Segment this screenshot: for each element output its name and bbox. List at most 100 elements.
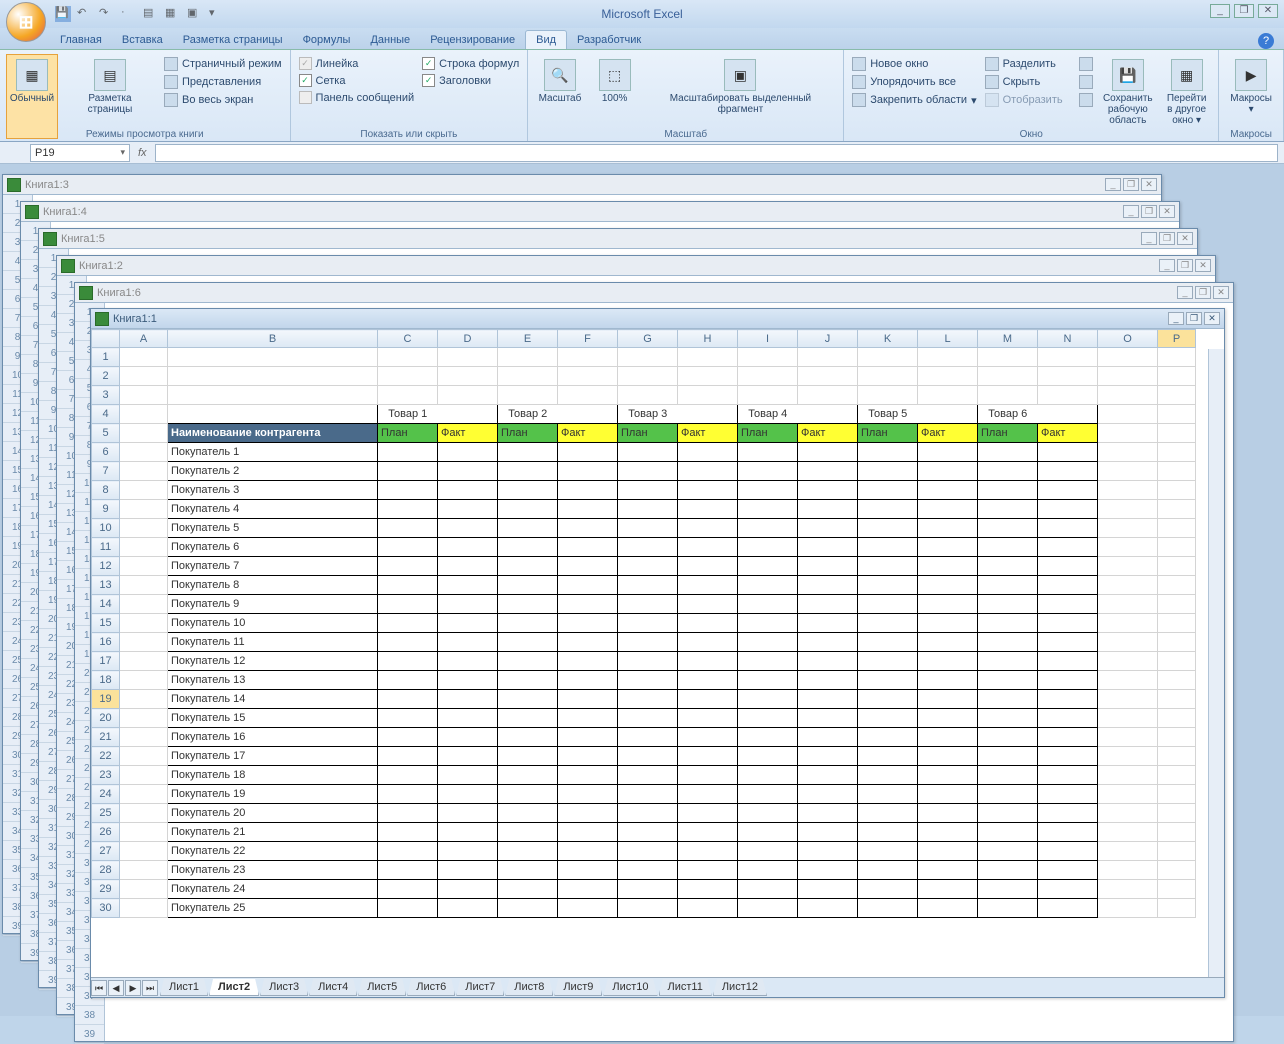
cell-A25[interactable] bbox=[120, 804, 168, 823]
cell-P3[interactable] bbox=[1158, 386, 1196, 405]
cell-J25[interactable] bbox=[798, 804, 858, 823]
cell-C12[interactable] bbox=[378, 557, 438, 576]
col-header-K[interactable]: K bbox=[858, 330, 918, 348]
row-header-19[interactable]: 19 bbox=[92, 690, 120, 709]
cell-G5[interactable]: План bbox=[618, 424, 678, 443]
cell-E19[interactable] bbox=[498, 690, 558, 709]
cell-G18[interactable] bbox=[618, 671, 678, 690]
cell-L19[interactable] bbox=[918, 690, 978, 709]
close-icon[interactable]: ✕ bbox=[1213, 286, 1229, 299]
cell-L13[interactable] bbox=[918, 576, 978, 595]
cell-C2[interactable] bbox=[378, 367, 438, 386]
sheet-tab-Лист8[interactable]: Лист8 bbox=[505, 979, 553, 996]
cell-I11[interactable] bbox=[738, 538, 798, 557]
cell-B26[interactable]: Покупатель 21 bbox=[168, 823, 378, 842]
col-header-G[interactable]: G bbox=[618, 330, 678, 348]
close-icon[interactable]: ✕ bbox=[1177, 232, 1193, 245]
sheet-tab-Лист4[interactable]: Лист4 bbox=[309, 979, 357, 996]
cell-O17[interactable] bbox=[1098, 652, 1158, 671]
cell-G19[interactable] bbox=[618, 690, 678, 709]
cell-D19[interactable] bbox=[438, 690, 498, 709]
cell-H11[interactable] bbox=[678, 538, 738, 557]
cell-D5[interactable]: Факт bbox=[438, 424, 498, 443]
cell-H10[interactable] bbox=[678, 519, 738, 538]
cell-L21[interactable] bbox=[918, 728, 978, 747]
cell-L27[interactable] bbox=[918, 842, 978, 861]
cell-A18[interactable] bbox=[120, 671, 168, 690]
cell-E6[interactable] bbox=[498, 443, 558, 462]
cell-O25[interactable] bbox=[1098, 804, 1158, 823]
cell-A2[interactable] bbox=[120, 367, 168, 386]
cell-D16[interactable] bbox=[438, 633, 498, 652]
restore-button[interactable]: ❐ bbox=[1234, 4, 1254, 18]
cell-I3[interactable] bbox=[738, 386, 798, 405]
cell-O27[interactable] bbox=[1098, 842, 1158, 861]
cell-B14[interactable]: Покупатель 9 bbox=[168, 595, 378, 614]
cell-G7[interactable] bbox=[618, 462, 678, 481]
cell-M25[interactable] bbox=[978, 804, 1038, 823]
max-icon[interactable]: ❐ bbox=[1195, 286, 1211, 299]
sheet-tab-Лист12[interactable]: Лист12 bbox=[713, 979, 767, 996]
cell-D12[interactable] bbox=[438, 557, 498, 576]
cell-M15[interactable] bbox=[978, 614, 1038, 633]
tile-icon[interactable]: ▦ bbox=[165, 6, 181, 22]
cell-H22[interactable] bbox=[678, 747, 738, 766]
row-header-7[interactable]: 7 bbox=[92, 462, 120, 481]
cell-B21[interactable]: Покупатель 16 bbox=[168, 728, 378, 747]
cell-K21[interactable] bbox=[858, 728, 918, 747]
cell-L29[interactable] bbox=[918, 880, 978, 899]
cell-G17[interactable] bbox=[618, 652, 678, 671]
cell-O5[interactable] bbox=[1098, 424, 1158, 443]
cell-M10[interactable] bbox=[978, 519, 1038, 538]
cell-F30[interactable] bbox=[558, 899, 618, 918]
cell-N25[interactable] bbox=[1038, 804, 1098, 823]
cell-F7[interactable] bbox=[558, 462, 618, 481]
cell-I28[interactable] bbox=[738, 861, 798, 880]
row-header-18[interactable]: 18 bbox=[92, 671, 120, 690]
cell-D1[interactable] bbox=[438, 348, 498, 367]
cell-D26[interactable] bbox=[438, 823, 498, 842]
row-header-30[interactable]: 30 bbox=[92, 899, 120, 918]
cell-J5[interactable]: Факт bbox=[798, 424, 858, 443]
cell-N19[interactable] bbox=[1038, 690, 1098, 709]
row-header-8[interactable]: 8 bbox=[92, 481, 120, 500]
cell-K22[interactable] bbox=[858, 747, 918, 766]
max-icon[interactable]: ❐ bbox=[1177, 259, 1193, 272]
cell-J16[interactable] bbox=[798, 633, 858, 652]
cell-H3[interactable] bbox=[678, 386, 738, 405]
cell-C22[interactable] bbox=[378, 747, 438, 766]
cell-G13[interactable] bbox=[618, 576, 678, 595]
cell-J3[interactable] bbox=[798, 386, 858, 405]
cell-G26[interactable] bbox=[618, 823, 678, 842]
cell-M27[interactable] bbox=[978, 842, 1038, 861]
cell-O22[interactable] bbox=[1098, 747, 1158, 766]
cell-D27[interactable] bbox=[438, 842, 498, 861]
cell-K10[interactable] bbox=[858, 519, 918, 538]
cell-H24[interactable] bbox=[678, 785, 738, 804]
cell-B20[interactable]: Покупатель 15 bbox=[168, 709, 378, 728]
cell-A23[interactable] bbox=[120, 766, 168, 785]
cell-C30[interactable] bbox=[378, 899, 438, 918]
cell-O18[interactable] bbox=[1098, 671, 1158, 690]
close-icon[interactable]: ✕ bbox=[1195, 259, 1211, 272]
cell-E12[interactable] bbox=[498, 557, 558, 576]
min-icon[interactable]: _ bbox=[1177, 286, 1193, 299]
cell-N14[interactable] bbox=[1038, 595, 1098, 614]
cell-C13[interactable] bbox=[378, 576, 438, 595]
cell-I12[interactable] bbox=[738, 557, 798, 576]
cell-M22[interactable] bbox=[978, 747, 1038, 766]
cell-K18[interactable] bbox=[858, 671, 918, 690]
max-icon[interactable]: ❐ bbox=[1159, 232, 1175, 245]
cell-O28[interactable] bbox=[1098, 861, 1158, 880]
cell-E20[interactable] bbox=[498, 709, 558, 728]
cell-J28[interactable] bbox=[798, 861, 858, 880]
cell-O9[interactable] bbox=[1098, 500, 1158, 519]
cell-D4[interactable] bbox=[438, 405, 498, 424]
sheet-tab-Лист9[interactable]: Лист9 bbox=[554, 979, 602, 996]
cell-I29[interactable] bbox=[738, 880, 798, 899]
undo-icon[interactable]: ↶ bbox=[77, 6, 93, 22]
cell-H26[interactable] bbox=[678, 823, 738, 842]
cell-P18[interactable] bbox=[1158, 671, 1196, 690]
dropdown-icon[interactable]: ▾ bbox=[209, 6, 225, 22]
cell-C8[interactable] bbox=[378, 481, 438, 500]
